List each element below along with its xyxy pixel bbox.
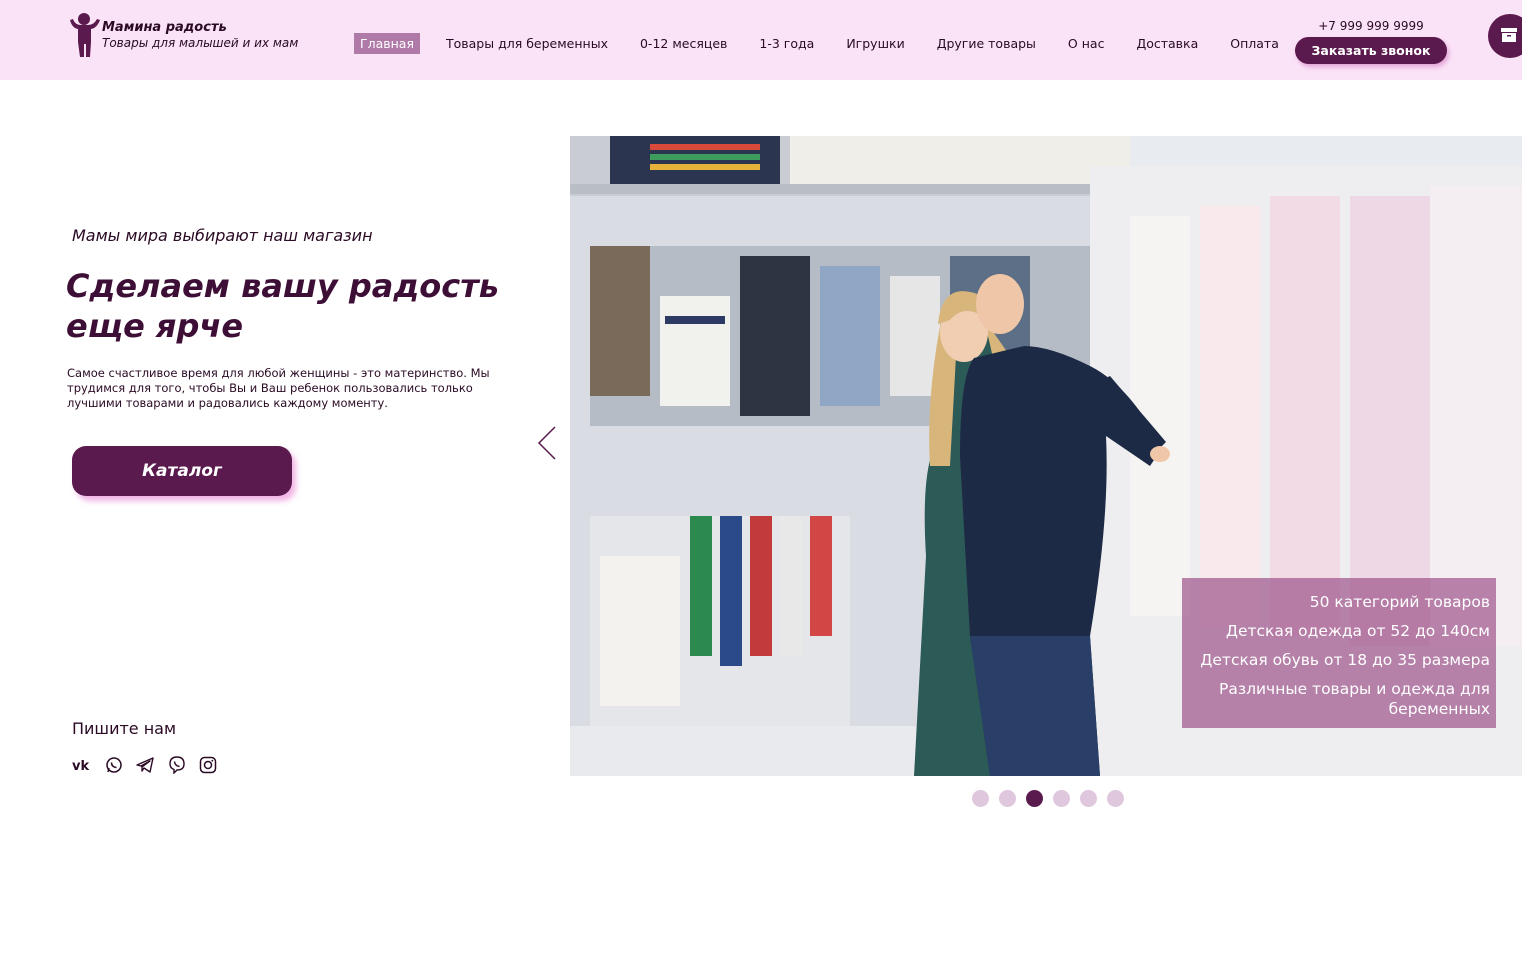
cart-icon — [1501, 28, 1517, 42]
features-panel: 50 категорий товаров Детская одежда от 5… — [1182, 578, 1496, 728]
feature-item: Детская одежда от 52 до 140см — [1225, 622, 1490, 640]
feature-item: Детская обувь от 18 до 35 размера — [1200, 651, 1490, 669]
catalog-button[interactable]: Каталог — [72, 446, 292, 496]
main-nav: Главная Товары для беременных 0-12 месяц… — [354, 32, 1305, 54]
slider-dots — [972, 790, 1134, 807]
vk-icon[interactable]: vk — [72, 756, 92, 774]
brand-subtitle: Товары для малышей и их мам — [102, 36, 299, 50]
nav-item-home[interactable]: Главная — [354, 32, 420, 54]
slider-dot-2[interactable] — [999, 790, 1016, 807]
phone-number[interactable]: +7 999 999 9999 — [1296, 19, 1446, 33]
nav-item-other[interactable]: Другие товары — [931, 33, 1042, 54]
write-us-label: Пишите нам — [72, 719, 177, 738]
feature-item: 50 категорий товаров — [1309, 593, 1490, 611]
svg-text:vk: vk — [72, 759, 89, 774]
feature-item: Различные товары и одежда для беременных — [1218, 680, 1490, 718]
nav-item-1-3-years[interactable]: 1-3 года — [753, 33, 820, 54]
nav-item-delivery[interactable]: Доставка — [1130, 33, 1204, 54]
chevron-left-icon[interactable] — [535, 425, 559, 461]
viber-icon[interactable] — [167, 756, 187, 774]
nav-item-about[interactable]: О нас — [1062, 33, 1111, 54]
baby-figure-icon — [70, 13, 100, 57]
nav-item-0-12-months[interactable]: 0-12 месяцев — [634, 33, 733, 54]
hero-photo: 50 категорий товаров Детская одежда от 5… — [570, 136, 1522, 776]
hero-text: Самое счастливое время для любой женщины… — [67, 366, 490, 410]
slider-dot-3[interactable] — [1026, 790, 1043, 807]
instagram-icon[interactable] — [198, 756, 218, 774]
social-links: vk — [72, 756, 230, 774]
slider-dot-6[interactable] — [1107, 790, 1124, 807]
nav-item-payment[interactable]: Оплата — [1224, 33, 1285, 54]
nav-item-pregnant[interactable]: Товары для беременных — [440, 33, 614, 54]
brand-title: Мамина радость — [102, 20, 227, 35]
logo[interactable]: Мамина радость Товары для малышей и их м… — [66, 12, 306, 60]
site-header: Мамина радость Товары для малышей и их м… — [0, 0, 1522, 80]
callback-button[interactable]: Заказать звонок — [1295, 37, 1447, 64]
hero-title: Сделаем вашу радость еще ярче — [66, 267, 499, 345]
nav-item-toys[interactable]: Игрушки — [840, 33, 910, 54]
cart-button[interactable] — [1488, 14, 1522, 58]
telegram-icon[interactable] — [135, 756, 155, 774]
whatsapp-icon[interactable] — [104, 756, 124, 774]
slider-dot-5[interactable] — [1080, 790, 1097, 807]
hero-tagline: Мамы мира выбирают наш магазин — [72, 226, 373, 245]
slider-dot-1[interactable] — [972, 790, 989, 807]
slider-dot-4[interactable] — [1053, 790, 1070, 807]
